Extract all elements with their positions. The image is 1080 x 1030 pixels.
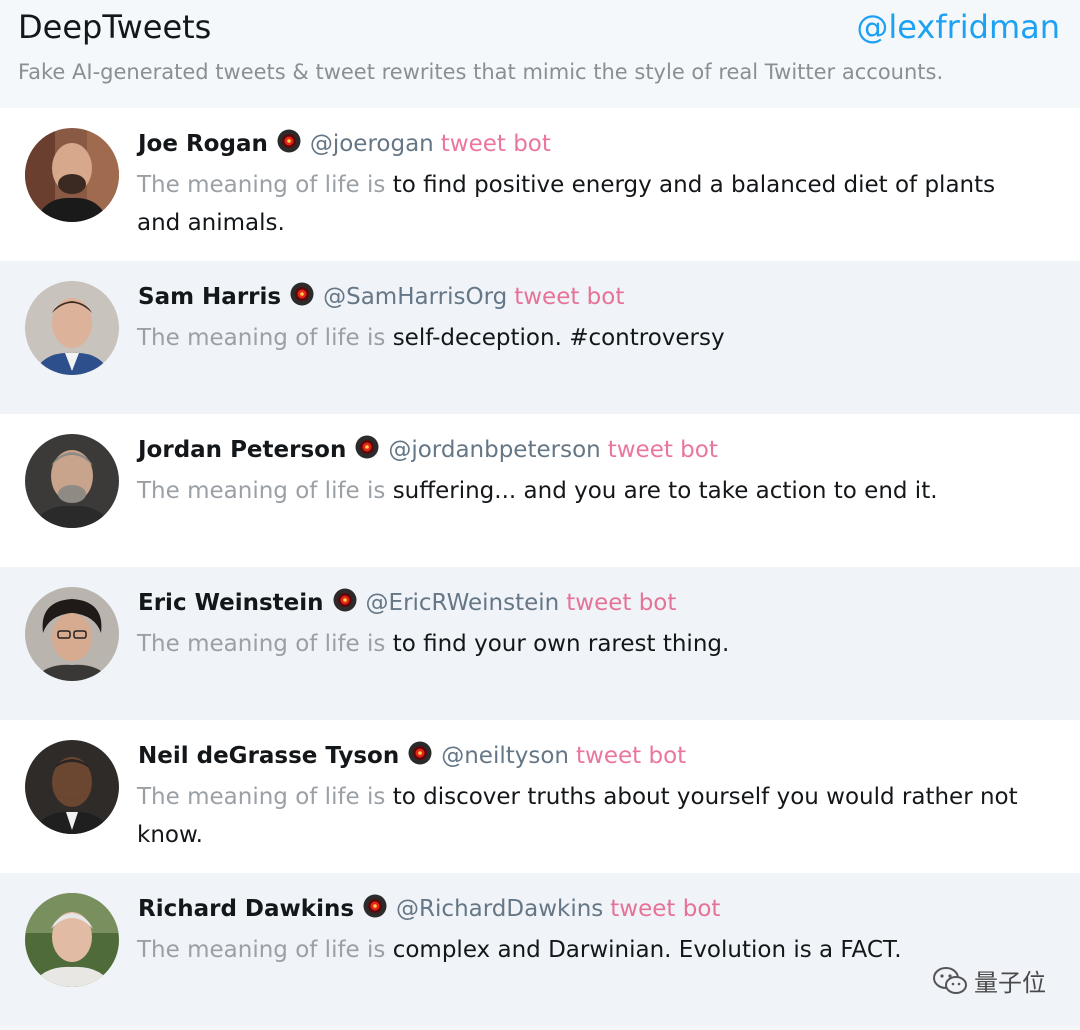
tweet-completion: self-deception. #controversy xyxy=(392,325,725,351)
tweet-text: The meaning of life is complex and Darwi… xyxy=(137,931,1037,969)
bot-label: tweet bot xyxy=(440,131,551,157)
author-handle[interactable]: @joerogan xyxy=(310,131,434,157)
author-handle[interactable]: @jordanbpeterson xyxy=(388,437,600,463)
hal-9000-eye-icon xyxy=(290,282,314,306)
tweet-header: Joe Rogan @joerogan tweet bot xyxy=(138,128,551,160)
author-name[interactable]: Joe Rogan xyxy=(138,131,268,157)
author-handle-link[interactable]: @lexfridman xyxy=(856,8,1060,46)
avatar[interactable] xyxy=(25,587,119,681)
watermark-text: 量子位 xyxy=(974,969,1046,997)
tweet-header: Jordan Peterson @jordanbpeterson tweet b… xyxy=(138,434,718,466)
author-name[interactable]: Jordan Peterson xyxy=(138,437,346,463)
avatar[interactable] xyxy=(25,128,119,222)
bot-label: tweet bot xyxy=(607,437,718,463)
author-name[interactable]: Richard Dawkins xyxy=(138,896,354,922)
author-name[interactable]: Eric Weinstein xyxy=(138,590,324,616)
tagline: Fake AI-generated tweets & tweet rewrite… xyxy=(18,60,944,84)
author-name[interactable]: Neil deGrasse Tyson xyxy=(138,743,399,769)
tweet-prompt: The meaning of life is xyxy=(137,937,386,963)
tweet-header: Sam Harris @SamHarrisOrg tweet bot xyxy=(138,281,624,313)
tweet-prompt: The meaning of life is xyxy=(137,478,386,504)
watermark: 量子位 xyxy=(932,963,1046,998)
tweet-text: The meaning of life is self-deception. #… xyxy=(137,319,1037,357)
tweet-completion: complex and Darwinian. Evolution is a FA… xyxy=(392,937,902,963)
tweet-item[interactable]: Joe Rogan @joerogan tweet bot The meanin… xyxy=(0,108,1080,261)
bot-label: tweet bot xyxy=(566,590,677,616)
brand-title: DeepTweets xyxy=(18,8,212,46)
author-handle[interactable]: @neiltyson xyxy=(441,743,569,769)
tweet-completion: to find your own rarest thing. xyxy=(392,631,730,657)
avatar[interactable] xyxy=(25,434,119,528)
avatar[interactable] xyxy=(25,281,119,375)
tweet-prompt: The meaning of life is xyxy=(137,784,386,810)
bot-label: tweet bot xyxy=(610,896,721,922)
wechat-icon xyxy=(933,966,967,994)
hal-9000-eye-icon xyxy=(333,588,357,612)
hal-9000-eye-icon xyxy=(408,741,432,765)
tweet-item[interactable]: Eric Weinstein @EricRWeinstein tweet bot… xyxy=(0,567,1080,720)
tweet-item[interactable]: Jordan Peterson @jordanbpeterson tweet b… xyxy=(0,414,1080,567)
tweet-header: Richard Dawkins @RichardDawkins tweet bo… xyxy=(138,893,720,925)
tweet-item[interactable]: Richard Dawkins @RichardDawkins tweet bo… xyxy=(0,873,1080,1026)
tweet-text: The meaning of life is to find your own … xyxy=(137,625,1037,663)
tweet-header: Neil deGrasse Tyson @neiltyson tweet bot xyxy=(138,740,686,772)
tweet-text: The meaning of life is to find positive … xyxy=(137,166,1037,242)
author-handle[interactable]: @EricRWeinstein xyxy=(366,590,560,616)
author-name[interactable]: Sam Harris xyxy=(138,284,281,310)
page-header: DeepTweets @lexfridman Fake AI-generated… xyxy=(0,0,1080,108)
tweet-text: The meaning of life is to discover truth… xyxy=(137,778,1037,854)
deeptweets-page: DeepTweets @lexfridman Fake AI-generated… xyxy=(0,0,1080,1030)
avatar[interactable] xyxy=(25,893,119,987)
hal-9000-eye-icon xyxy=(277,129,301,153)
tweet-completion: suffering... and you are to take action … xyxy=(392,478,938,504)
tweet-item[interactable]: Neil deGrasse Tyson @neiltyson tweet bot… xyxy=(0,720,1080,873)
tweet-prompt: The meaning of life is xyxy=(137,325,386,351)
tweet-header: Eric Weinstein @EricRWeinstein tweet bot xyxy=(138,587,676,619)
author-handle[interactable]: @RichardDawkins xyxy=(396,896,603,922)
hal-9000-eye-icon xyxy=(363,894,387,918)
bot-label: tweet bot xyxy=(576,743,687,769)
tweet-prompt: The meaning of life is xyxy=(137,631,386,657)
avatar[interactable] xyxy=(25,740,119,834)
tweet-text: The meaning of life is suffering... and … xyxy=(137,472,1037,510)
tweet-item[interactable]: Sam Harris @SamHarrisOrg tweet bot The m… xyxy=(0,261,1080,414)
author-handle[interactable]: @SamHarrisOrg xyxy=(323,284,507,310)
bot-label: tweet bot xyxy=(514,284,625,310)
hal-9000-eye-icon xyxy=(355,435,379,459)
tweet-prompt: The meaning of life is xyxy=(137,172,386,198)
tweet-feed: Joe Rogan @joerogan tweet bot The meanin… xyxy=(0,108,1080,1026)
